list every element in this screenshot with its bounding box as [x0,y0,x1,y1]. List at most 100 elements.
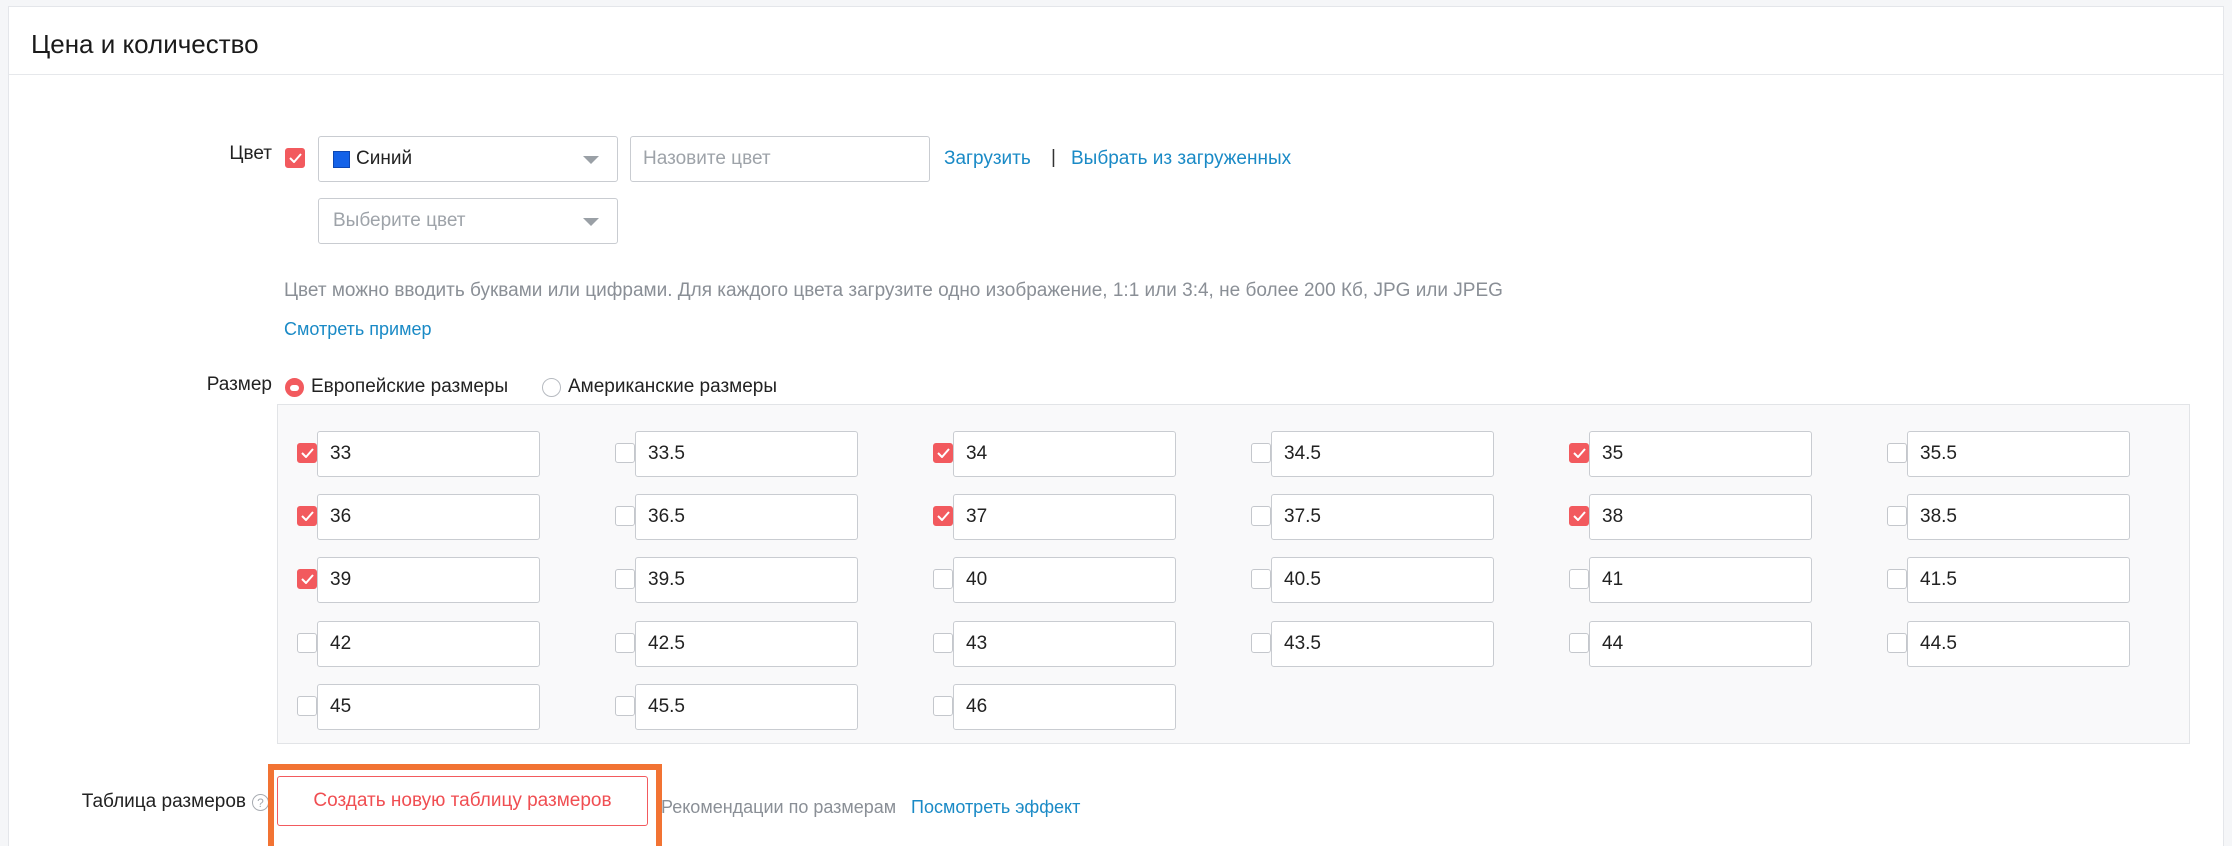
check-icon [936,448,950,458]
size-value-input[interactable]: 40 [953,557,1176,603]
size-checkbox[interactable] [933,633,953,653]
size-option: 38.5 [1887,494,2187,540]
size-option: 36.5 [615,494,915,540]
size-value-input[interactable]: 33.5 [635,431,858,477]
size-option: 35 [1569,431,1869,477]
size-option: 42.5 [615,621,915,667]
size-option: 33.5 [615,431,915,477]
size-value-input[interactable]: 42 [317,621,540,667]
size-option: 45.5 [615,684,915,730]
size-value-input[interactable]: 45.5 [635,684,858,730]
create-size-table-button[interactable]: Создать новую таблицу размеров [277,776,648,826]
color-swatch [333,150,350,168]
color-select[interactable]: Синий [318,136,618,182]
size-checkbox[interactable] [297,696,317,716]
size-option: 37.5 [1251,494,1551,540]
size-option: 41.5 [1887,557,2187,603]
check-icon [288,153,302,163]
color-name-input[interactable]: Назовите цвет [630,136,930,182]
size-value-input[interactable]: 39.5 [635,557,858,603]
color-label: Цвет [229,143,272,164]
panel-header: Цена и количество [9,7,2223,75]
color-select-value: Синий [356,148,413,169]
size-value-input[interactable]: 33 [317,431,540,477]
size-option: 41 [1569,557,1869,603]
radio-american-sizes[interactable] [542,378,561,397]
size-value-input[interactable]: 34 [953,431,1176,477]
size-checkbox[interactable] [297,506,317,526]
size-value-input[interactable]: 40.5 [1271,557,1494,603]
size-option: 42 [297,621,597,667]
size-value-input[interactable]: 38.5 [1907,494,2130,540]
size-checkbox[interactable] [1569,569,1589,589]
radio-european-sizes[interactable] [285,378,304,397]
size-label: Размер [206,374,272,395]
color-checkbox[interactable] [285,148,305,168]
size-option: 39 [297,557,597,603]
size-value-input[interactable]: 35.5 [1907,431,2130,477]
size-value-input[interactable]: 38 [1589,494,1812,540]
check-icon [1572,448,1586,458]
size-value-input[interactable]: 36.5 [635,494,858,540]
check-icon [300,448,314,458]
section-title: Цена и количество [31,29,259,59]
european-sizes-label[interactable]: Европейские размеры [311,376,508,398]
size-option: 34.5 [1251,431,1551,477]
upload-link[interactable]: Загрузить [944,148,1031,170]
size-value-input[interactable]: 46 [953,684,1176,730]
size-checkbox[interactable] [615,506,635,526]
second-color-select[interactable]: Выберите цвет [318,198,618,244]
size-checkbox[interactable] [297,443,317,463]
size-checkbox[interactable] [1887,443,1907,463]
size-checkbox[interactable] [1887,506,1907,526]
size-checkbox[interactable] [615,569,635,589]
size-checkbox[interactable] [1251,633,1271,653]
size-option: 39.5 [615,557,915,603]
size-value-input[interactable]: 34.5 [1271,431,1494,477]
size-checkbox[interactable] [1569,633,1589,653]
check-icon [1572,511,1586,521]
choose-uploaded-link[interactable]: Выбрать из загруженных [1071,148,1291,170]
size-checkbox[interactable] [1569,443,1589,463]
size-value-input[interactable]: 37 [953,494,1176,540]
size-checkbox[interactable] [1251,569,1271,589]
size-option: 45 [297,684,597,730]
size-value-input[interactable]: 35 [1589,431,1812,477]
size-checkbox[interactable] [615,633,635,653]
size-value-input[interactable]: 43 [953,621,1176,667]
view-example-link[interactable]: Смотреть пример [284,319,432,340]
size-value-input[interactable]: 44.5 [1907,621,2130,667]
size-value-input[interactable]: 43.5 [1271,621,1494,667]
view-effect-link[interactable]: Посмотреть эффект [911,797,1080,818]
size-value-input[interactable]: 45 [317,684,540,730]
size-value-input[interactable]: 41 [1589,557,1812,603]
size-checkbox[interactable] [933,506,953,526]
size-checkbox[interactable] [1569,506,1589,526]
question-circle-icon[interactable]: ? [252,794,269,811]
chevron-down-icon [583,218,599,226]
size-recommendations-text: Рекомендации по размерам [661,797,897,817]
size-checkbox[interactable] [1251,506,1271,526]
size-option: 46 [933,684,1233,730]
size-checkbox[interactable] [933,443,953,463]
size-value-input[interactable]: 44 [1589,621,1812,667]
size-checkbox[interactable] [933,569,953,589]
size-value-input[interactable]: 37.5 [1271,494,1494,540]
size-checkbox[interactable] [297,569,317,589]
size-checkbox[interactable] [297,633,317,653]
american-sizes-label[interactable]: Американские размеры [568,376,777,398]
size-checkbox[interactable] [615,696,635,716]
size-checkbox[interactable] [1887,569,1907,589]
chevron-down-icon [583,156,599,164]
size-checkbox[interactable] [933,696,953,716]
size-value-input[interactable]: 39 [317,557,540,603]
size-option: 40 [933,557,1233,603]
size-checkbox[interactable] [1887,633,1907,653]
color-hint: Цвет можно вводить буквами или цифрами. … [284,280,1503,301]
size-checkbox[interactable] [615,443,635,463]
size-value-input[interactable]: 36 [317,494,540,540]
size-value-input[interactable]: 42.5 [635,621,858,667]
size-value-input[interactable]: 41.5 [1907,557,2130,603]
size-checkbox[interactable] [1251,443,1271,463]
second-color-placeholder: Выберите цвет [333,210,466,231]
